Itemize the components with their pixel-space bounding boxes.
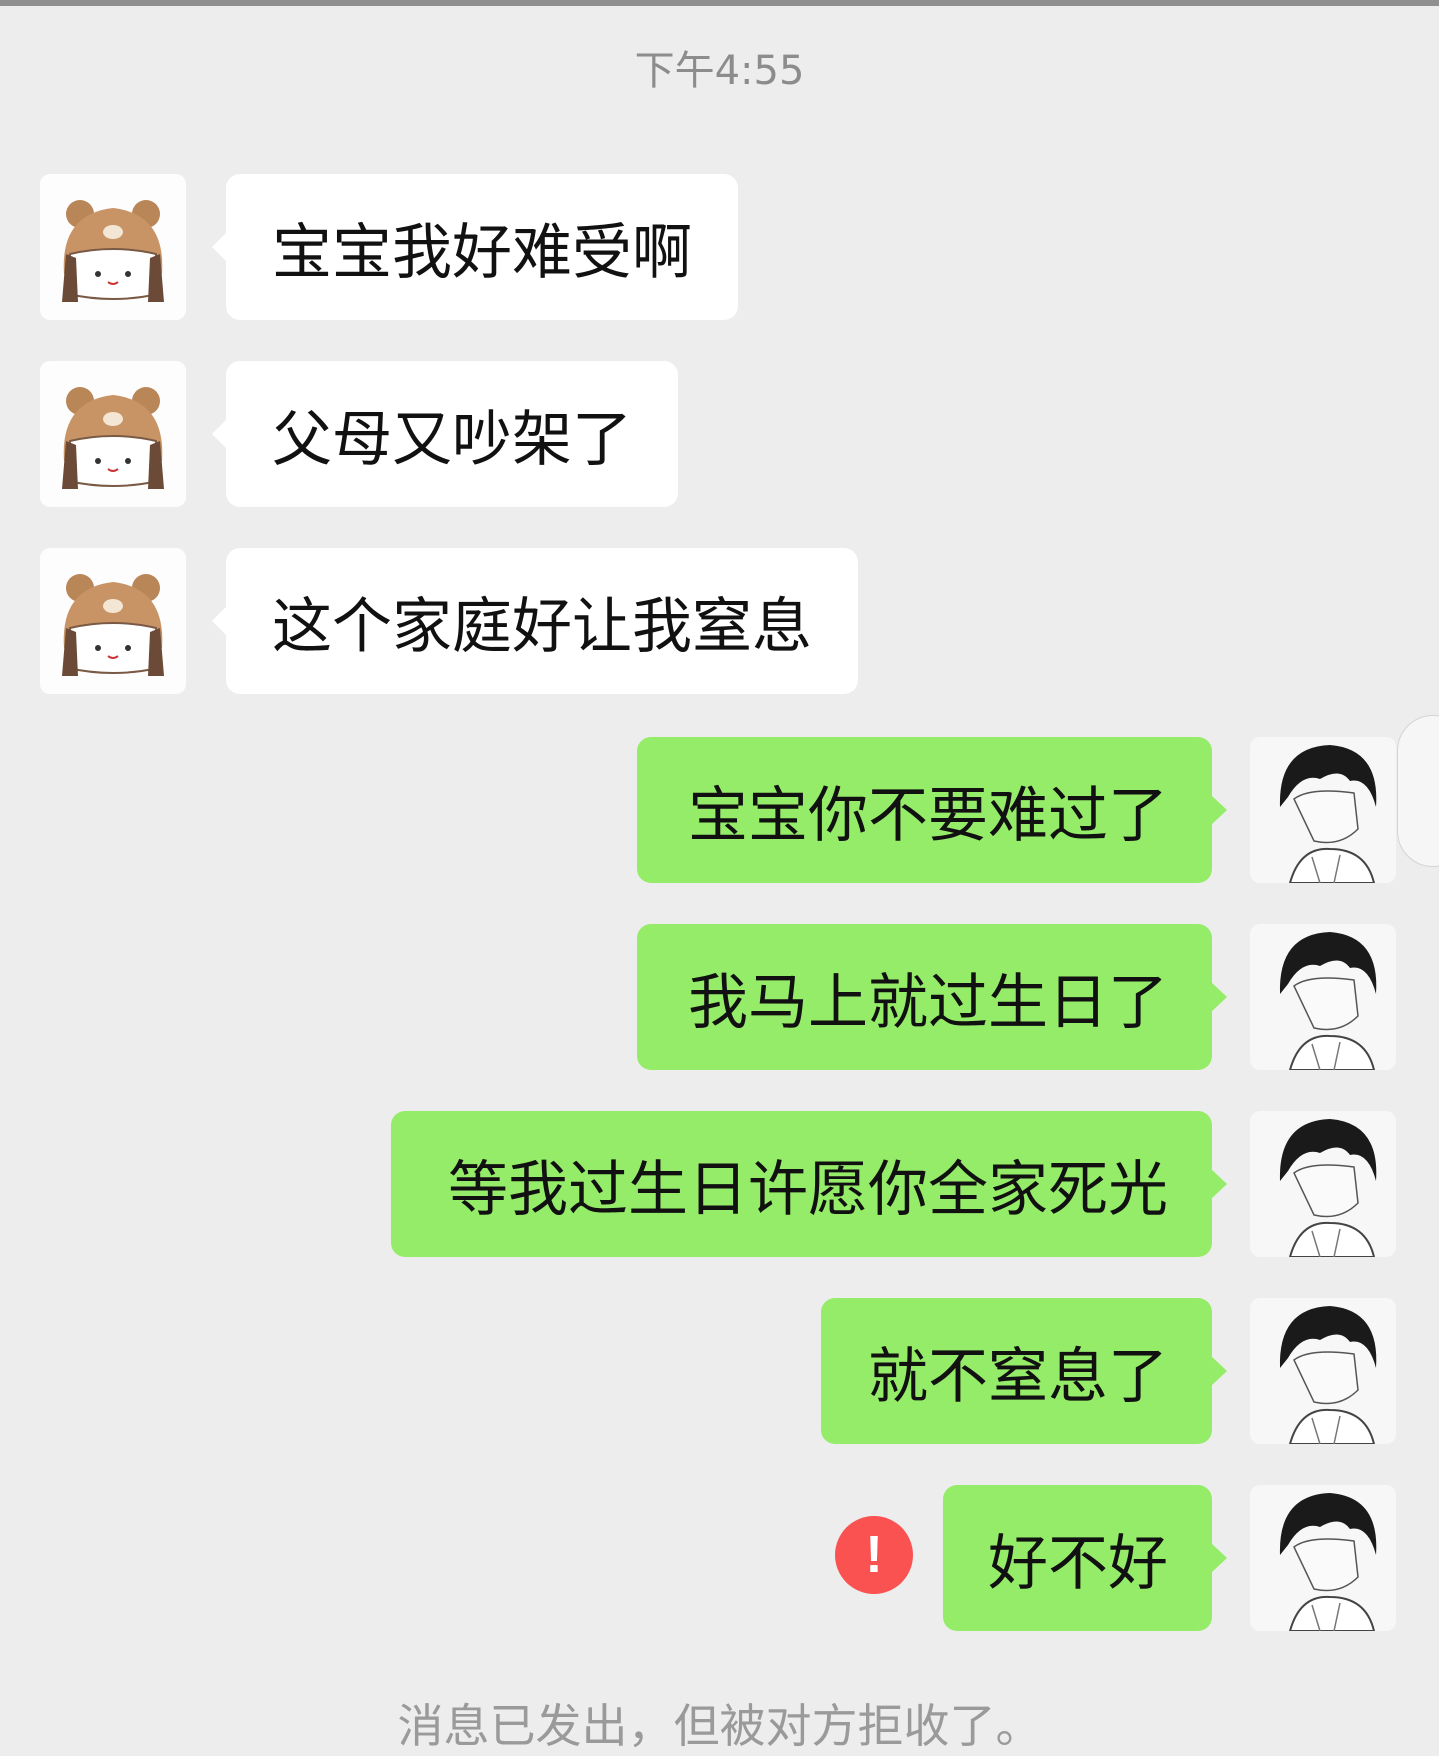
outgoing-message-bubble[interactable]: 宝宝你不要难过了	[637, 737, 1227, 883]
contact-avatar[interactable]	[40, 361, 186, 507]
anime-boy-icon	[1250, 1298, 1396, 1444]
bear-hat-girl-icon	[40, 361, 186, 507]
bear-hat-girl-icon	[40, 174, 186, 320]
contact-avatar[interactable]	[40, 174, 186, 320]
system-notice: 消息已发出，但被对方拒收了。	[397, 1699, 1042, 1753]
floating-side-handle[interactable]	[1397, 715, 1439, 867]
contact-avatar[interactable]	[40, 548, 186, 694]
message-timestamp: 下午4:55	[634, 48, 805, 94]
my-avatar[interactable]	[1250, 1485, 1396, 1631]
my-avatar[interactable]	[1250, 1298, 1396, 1444]
incoming-message-bubble[interactable]: 这个家庭好让我窒息	[212, 548, 858, 694]
my-avatar[interactable]	[1250, 924, 1396, 1070]
outgoing-message-bubble[interactable]: 我马上就过生日了	[637, 924, 1227, 1070]
outgoing-message-bubble[interactable]: 好不好	[943, 1485, 1227, 1631]
send-failed-icon[interactable]: !	[835, 1516, 913, 1594]
my-avatar[interactable]	[1250, 1111, 1396, 1257]
outgoing-message-bubble[interactable]: 等我过生日许愿你全家死光	[391, 1111, 1227, 1257]
bear-hat-girl-icon	[40, 548, 186, 694]
outgoing-message-bubble[interactable]: 就不窒息了	[821, 1298, 1227, 1444]
incoming-message-bubble[interactable]: 宝宝我好难受啊	[212, 174, 738, 320]
anime-boy-icon	[1250, 1111, 1396, 1257]
top-edge-bar	[0, 0, 1439, 6]
anime-boy-icon	[1250, 924, 1396, 1070]
anime-boy-icon	[1250, 737, 1396, 883]
incoming-message-bubble[interactable]: 父母又吵架了	[212, 361, 678, 507]
anime-boy-icon	[1250, 1485, 1396, 1631]
my-avatar[interactable]	[1250, 737, 1396, 883]
